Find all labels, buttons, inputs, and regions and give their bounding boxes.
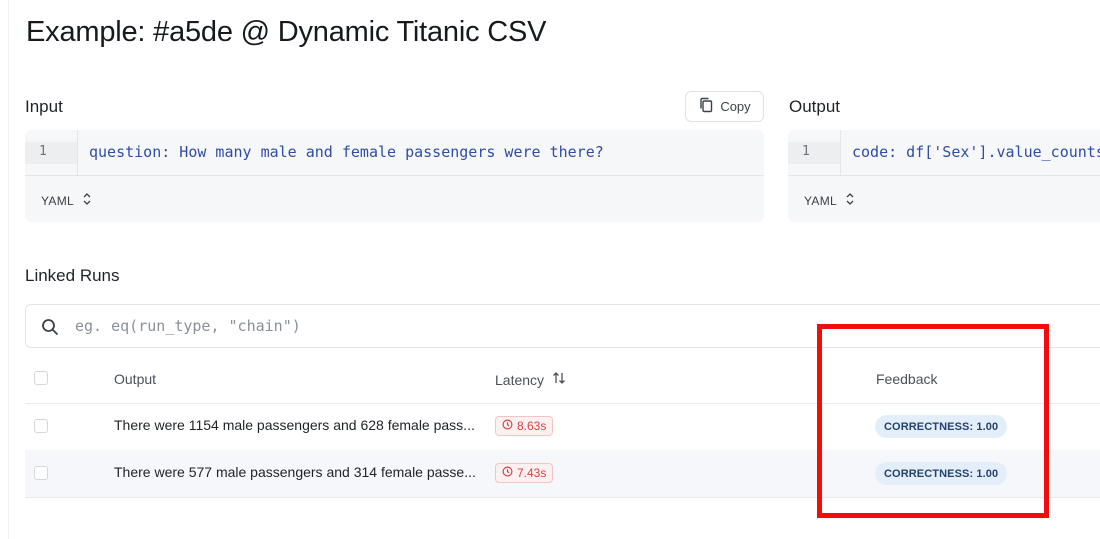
linked-runs-heading: Linked Runs (25, 266, 120, 285)
column-header-latency[interactable]: Latency (495, 371, 566, 388)
page-title: Example: #a5de @ Dynamic Titanic CSV (26, 16, 547, 48)
output-code-text[interactable]: code: df['Sex'].value_counts() (852, 143, 1100, 161)
feedback-badge[interactable]: CORRECTNESS: 1.00 (875, 462, 1008, 485)
sort-icon[interactable] (552, 371, 566, 388)
table-row[interactable]: There were 577 male passengers and 314 f… (25, 450, 1100, 498)
clock-icon (502, 419, 513, 433)
left-divider (8, 0, 9, 539)
input-code-panel[interactable]: 1 question: How many male and female pas… (25, 130, 764, 222)
run-filter-search[interactable] (25, 304, 1100, 348)
gutter-divider (77, 130, 78, 175)
table-row[interactable]: There were 1154 male passengers and 628 … (25, 403, 1100, 451)
input-format-select[interactable]: YAML (41, 192, 92, 209)
output-code-line[interactable]: 1 code: df['Sex'].value_counts() (788, 130, 1100, 176)
latency-badge: 7.43s (495, 463, 554, 483)
latency-header-label: Latency (495, 371, 545, 388)
line-number-gutter: 1 (788, 142, 840, 164)
output-code-panel[interactable]: 1 code: df['Sex'].value_counts() YAML (788, 130, 1100, 222)
copy-button[interactable]: Copy (685, 91, 764, 122)
gutter-divider (840, 130, 841, 175)
input-label: Input (25, 97, 63, 116)
run-output-text[interactable]: There were 1154 male passengers and 628 … (114, 417, 475, 433)
copy-button-label: Copy (720, 99, 751, 114)
latency-value: 8.63s (517, 419, 547, 433)
run-output-text[interactable]: There were 577 male passengers and 314 f… (114, 464, 476, 480)
input-code-text[interactable]: question: How many male and female passe… (89, 143, 604, 161)
feedback-badge[interactable]: CORRECTNESS: 1.00 (875, 415, 1008, 438)
search-input[interactable] (75, 315, 675, 337)
output-format-label: YAML (804, 193, 837, 208)
row-checkbox[interactable] (34, 466, 48, 480)
latency-badge: 8.63s (495, 416, 554, 436)
table-header: Output Latency Feedback (25, 356, 1100, 404)
output-label: Output (789, 97, 841, 116)
input-code-line[interactable]: 1 question: How many male and female pas… (25, 130, 764, 176)
copy-icon (698, 97, 714, 116)
column-header-output[interactable]: Output (114, 371, 156, 387)
latency-value: 7.43s (517, 466, 547, 480)
line-number-gutter: 1 (25, 142, 77, 164)
output-format-select[interactable]: YAML (804, 192, 855, 209)
sort-toggle-icon (82, 192, 92, 209)
clock-icon (502, 466, 513, 480)
input-format-label: YAML (41, 193, 74, 208)
column-header-feedback[interactable]: Feedback (876, 371, 937, 387)
sort-toggle-icon (845, 192, 855, 209)
row-checkbox[interactable] (34, 419, 48, 433)
select-all-checkbox[interactable] (34, 371, 48, 385)
